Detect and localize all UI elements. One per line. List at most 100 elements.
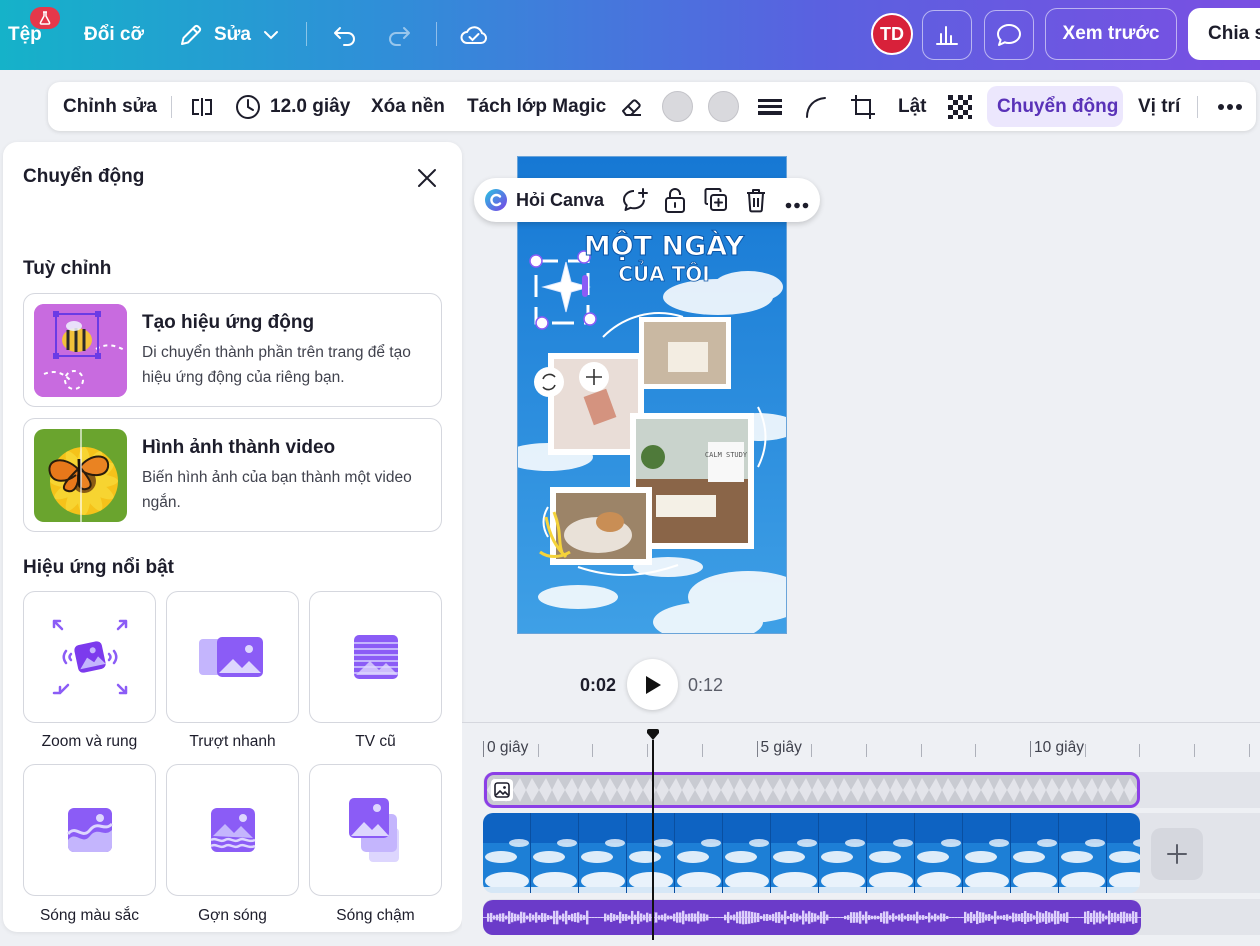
color-swatch-2[interactable] xyxy=(708,91,739,122)
timeline-tick xyxy=(592,744,594,757)
total-time: 0:12 xyxy=(688,675,724,695)
cloud-saved-button[interactable] xyxy=(459,0,489,70)
ask-canva-button[interactable]: Hỏi Canva xyxy=(516,178,604,222)
redo-button[interactable] xyxy=(386,0,412,70)
timeline-tick xyxy=(975,744,977,757)
duration-button[interactable]: 12.0 giây xyxy=(234,82,350,131)
effect-label: TV cũ xyxy=(355,733,396,750)
create-animation-card[interactable]: Tạo hiệu ứng động Di chuyển thành phần t… xyxy=(23,293,442,407)
border-style-icon xyxy=(758,98,782,115)
effect-fast-slide-tile[interactable] xyxy=(166,591,299,723)
delete-button[interactable] xyxy=(744,187,768,218)
bar-chart-icon xyxy=(936,26,958,45)
featured-effects-heading: Hiệu ứng nổi bật xyxy=(23,557,174,578)
effect-old-tv-tile[interactable] xyxy=(309,591,442,723)
comment-icon xyxy=(997,24,1021,46)
edit-image-button[interactable]: Chỉnh sửa xyxy=(63,82,157,131)
preview-button[interactable]: Xem trước xyxy=(1045,8,1177,60)
color-swatch-1[interactable] xyxy=(662,91,693,122)
current-time: 0:02 xyxy=(580,675,617,695)
remove-background-button[interactable]: Xóa nền xyxy=(371,82,445,131)
audio-track[interactable] xyxy=(483,900,1141,935)
trash-icon xyxy=(747,189,765,213)
undo-icon xyxy=(334,27,355,46)
position-button[interactable]: Vị trí xyxy=(1138,82,1180,131)
card-title: Tạo hiệu ứng động xyxy=(142,312,315,333)
image-element-track[interactable] xyxy=(484,772,1140,808)
redo-icon xyxy=(389,27,410,46)
magic-grab-label: Tách lớp Magic xyxy=(467,95,607,117)
split-icon xyxy=(192,97,212,116)
effect-label: Gợn sóng xyxy=(198,907,267,924)
edit-menu-button[interactable]: Sửa xyxy=(178,0,279,70)
transparency-icon xyxy=(948,94,972,119)
old-tv-icon xyxy=(353,635,398,679)
effect-slow-wave-tile[interactable] xyxy=(309,764,442,896)
timeline-tick xyxy=(811,744,813,757)
timeline-tick xyxy=(920,744,922,757)
playhead-line xyxy=(652,740,655,940)
timeline-tick xyxy=(1139,744,1141,757)
timeline-tick xyxy=(1194,744,1196,757)
add-comment-button[interactable] xyxy=(621,187,649,218)
flip-button[interactable]: Lật xyxy=(898,82,927,131)
flip-label: Lật xyxy=(898,95,927,117)
chevron-down-icon xyxy=(263,30,279,40)
avatar-initials: TD xyxy=(880,23,904,44)
design-page[interactable]: CALM STUDY MỘT NGÀY CỦA TÔI xyxy=(517,156,787,634)
lock-button[interactable] xyxy=(663,186,687,219)
fast-slide-icon xyxy=(198,637,263,677)
border-style-button[interactable] xyxy=(757,82,783,131)
divider xyxy=(171,96,172,118)
cloud-check-icon xyxy=(460,26,487,44)
magic-grab-button[interactable]: Tách lớp Magic xyxy=(467,82,606,131)
more-options-button[interactable] xyxy=(1217,82,1243,131)
butterfly-thumbnail xyxy=(34,429,127,522)
playhead[interactable] xyxy=(646,728,660,940)
design-artwork: CALM STUDY MỘT NGÀY CỦA TÔI xyxy=(518,157,786,633)
crop-button[interactable] xyxy=(849,82,877,131)
comment-add-icon xyxy=(623,188,648,211)
ripple-icon xyxy=(209,808,255,852)
divider xyxy=(436,22,437,46)
close-panel-button[interactable] xyxy=(416,167,438,194)
play-icon xyxy=(645,675,661,694)
effect-ripple-tile[interactable] xyxy=(166,764,299,896)
slow-wave-icon xyxy=(348,798,399,862)
duplicate-button[interactable] xyxy=(703,187,729,218)
comments-button[interactable] xyxy=(984,10,1034,60)
eraser-button[interactable] xyxy=(619,82,645,131)
effect-zoom-shake-tile[interactable] xyxy=(23,591,156,723)
plus-icon xyxy=(1167,844,1187,864)
timeline-tick xyxy=(701,744,703,757)
duplicate-icon xyxy=(704,188,727,211)
share-button[interactable]: Chia s xyxy=(1188,8,1260,60)
canva-assistant-icon xyxy=(484,188,508,217)
transparency-button[interactable] xyxy=(947,82,973,131)
effect-color-wave-tile[interactable] xyxy=(23,764,156,896)
play-button[interactable] xyxy=(627,659,678,710)
share-label: Chia s xyxy=(1208,23,1260,44)
split-button[interactable] xyxy=(189,82,215,131)
pencil-icon xyxy=(178,22,204,48)
ask-canva-label: Hỏi Canva xyxy=(516,189,605,210)
add-clip-button[interactable] xyxy=(1151,828,1203,880)
duration-label: 12.0 giây xyxy=(270,95,351,117)
more-actions-button[interactable] xyxy=(785,196,809,214)
video-clip-track[interactable] xyxy=(483,813,1140,893)
resize-button[interactable]: Đổi cỡ xyxy=(84,0,144,70)
timeline-label: 0 giây xyxy=(487,739,529,756)
animate-tab[interactable]: Chuyển động xyxy=(997,82,1118,131)
animate-tab-label: Chuyển động xyxy=(997,95,1119,117)
corner-rounding-button[interactable] xyxy=(803,82,829,131)
torn-paper-pattern xyxy=(487,775,1137,805)
design-title-line2: CỦA TÔI xyxy=(618,261,709,286)
undo-button[interactable] xyxy=(332,0,358,70)
crop-icon xyxy=(851,94,875,119)
design-title-line1: MỘT NGÀY xyxy=(584,230,745,262)
resize-label: Đổi cỡ xyxy=(84,24,144,45)
insights-button[interactable] xyxy=(922,10,972,60)
timeline-label: 10 giây xyxy=(1034,739,1084,756)
avatar[interactable]: TD xyxy=(871,13,913,55)
image-to-video-card[interactable]: Hình ảnh thành video Biến hình ảnh của b… xyxy=(23,418,442,532)
